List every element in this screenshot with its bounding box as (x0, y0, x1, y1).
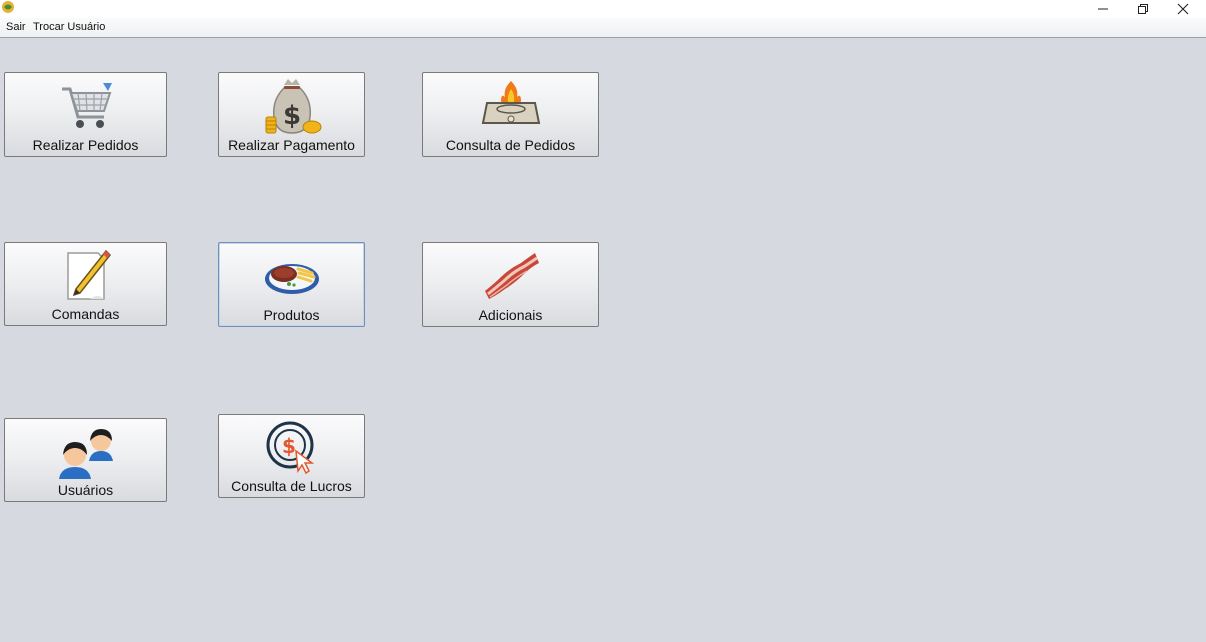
java-app-icon (2, 1, 14, 13)
pencil-paper-icon (66, 249, 111, 300)
users-icon (58, 429, 113, 479)
profit-click-icon: $ (266, 421, 314, 475)
realizar-pedidos-label: Realizar Pedidos (32, 137, 139, 153)
svg-text:$: $ (282, 101, 300, 131)
menu-trocar-usuario[interactable]: Trocar Usuário (33, 21, 105, 33)
realizar-pagamento-button[interactable]: $ Realizar Pagamento (218, 72, 365, 157)
usuarios-label: Usuários (57, 482, 114, 498)
minimize-button[interactable] (1083, 0, 1123, 18)
usuarios-button[interactable]: Usuários (4, 418, 167, 502)
menu-bar: Sair Trocar Usuário (0, 18, 1206, 38)
title-bar (0, 0, 1206, 18)
minimize-icon (1098, 8, 1108, 10)
realizar-pagamento-label: Realizar Pagamento (228, 137, 355, 153)
adicionais-label: Adicionais (478, 307, 543, 323)
restore-button[interactable] (1123, 0, 1163, 18)
adicionais-button[interactable]: Adicionais (422, 242, 599, 327)
steak-plate-icon (264, 264, 319, 294)
produtos-button[interactable]: Produtos (218, 242, 365, 327)
close-icon (1177, 3, 1189, 15)
menu-sair[interactable]: Sair (6, 21, 26, 33)
svg-text:$: $ (282, 434, 296, 458)
restore-icon (1138, 4, 1148, 14)
consulta-de-lucros-button[interactable]: $ Consulta de Lucros (218, 414, 365, 498)
realizar-pedidos-button[interactable]: Realizar Pedidos (4, 72, 167, 157)
comandas-button[interactable]: Comandas (4, 242, 167, 326)
shopping-cart-icon (61, 83, 112, 128)
close-button[interactable] (1163, 0, 1203, 18)
comandas-label: Comandas (51, 306, 120, 322)
consulta-de-lucros-label: Consulta de Lucros (231, 478, 352, 494)
stove-fire-icon (481, 81, 540, 124)
produtos-label: Produtos (263, 307, 320, 323)
money-bag-icon: $ (265, 79, 321, 134)
consulta-de-pedidos-button[interactable]: Consulta de Pedidos (422, 72, 599, 157)
consulta-de-pedidos-label: Consulta de Pedidos (445, 137, 576, 153)
bacon-icon (484, 253, 539, 299)
